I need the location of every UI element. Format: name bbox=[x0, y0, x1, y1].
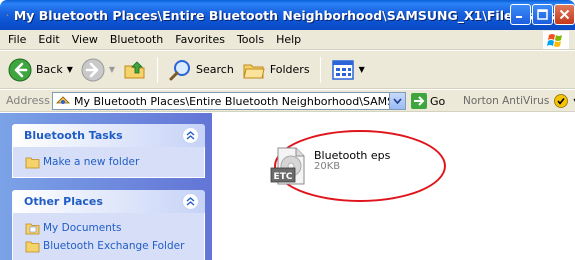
bluetooth-tasks-panel: Bluetooth Tasks Make a new folder bbox=[12, 124, 205, 178]
svg-text:ETC: ETC bbox=[274, 172, 293, 182]
bluetooth-tasks-body: Make a new folder bbox=[12, 147, 205, 178]
address-dropdown-button[interactable] bbox=[389, 93, 405, 109]
windows-flag-icon bbox=[543, 31, 569, 49]
up-folder-button[interactable] bbox=[119, 55, 151, 85]
place-bluetooth-exchange-folder[interactable]: Bluetooth Exchange Folder bbox=[25, 237, 204, 255]
go-arrow-icon bbox=[411, 93, 427, 109]
maximize-icon bbox=[537, 9, 548, 20]
place-my-documents[interactable]: My Documents bbox=[25, 219, 204, 237]
maximize-button[interactable] bbox=[532, 4, 553, 25]
collapse-chevron-icon[interactable] bbox=[182, 127, 199, 144]
search-label: Search bbox=[196, 63, 234, 76]
title-bar: My Bluetooth Places\Entire Bluetooth Nei… bbox=[0, 0, 575, 30]
menu-bar: File Edit View Bluetooth Favorites Tools… bbox=[0, 30, 575, 50]
folders-icon bbox=[243, 64, 265, 78]
search-icon bbox=[169, 59, 191, 80]
norton-icon bbox=[554, 94, 569, 108]
chevron-down-icon bbox=[393, 98, 402, 104]
back-arrow-icon bbox=[8, 58, 32, 81]
other-places-header[interactable]: Other Places bbox=[12, 190, 205, 213]
forward-dropdown-icon[interactable]: ▼ bbox=[109, 65, 115, 74]
toolbar-separator bbox=[319, 56, 321, 83]
toolbar: Back ▼ ▼ Search Folders ▼ bbox=[0, 51, 575, 89]
address-input[interactable]: My Bluetooth Places\Entire Bluetooth Nei… bbox=[52, 92, 406, 110]
menu-file[interactable]: File bbox=[0, 33, 32, 46]
menu-bluetooth[interactable]: Bluetooth bbox=[104, 33, 169, 46]
folders-button[interactable]: Folders bbox=[238, 55, 314, 85]
back-button[interactable]: Back ▼ bbox=[4, 55, 77, 85]
collapse-chevron-icon[interactable] bbox=[182, 193, 199, 210]
bluetooth-tasks-header[interactable]: Bluetooth Tasks bbox=[12, 124, 205, 147]
minimize-button[interactable] bbox=[510, 4, 531, 25]
toolbar-separator bbox=[157, 56, 159, 83]
bluetooth-places-icon bbox=[56, 96, 70, 104]
close-button[interactable] bbox=[554, 4, 575, 25]
file-size: 20KB bbox=[314, 161, 341, 172]
views-dropdown-icon[interactable]: ▼ bbox=[359, 65, 365, 74]
other-places-title: Other Places bbox=[24, 195, 103, 208]
views-icon bbox=[331, 59, 354, 80]
views-button[interactable]: ▼ bbox=[327, 55, 369, 85]
go-label: Go bbox=[430, 94, 446, 108]
norton-antivirus-button[interactable]: Norton AntiVirus ▼ bbox=[463, 94, 575, 108]
place-my-documents-label: My Documents bbox=[43, 222, 122, 234]
forward-arrow-icon bbox=[81, 58, 105, 81]
other-places-panel: Other Places My Documents Bluetooth Exch… bbox=[12, 190, 205, 260]
file-list-area: ETC Bluetooth eps 20KB bbox=[212, 113, 575, 260]
address-label: Address bbox=[6, 94, 50, 107]
search-button[interactable]: Search bbox=[164, 55, 238, 85]
place-bluetooth-exchange-folder-label: Bluetooth Exchange Folder bbox=[43, 240, 185, 252]
forward-button[interactable]: ▼ bbox=[77, 55, 119, 85]
back-dropdown-icon[interactable]: ▼ bbox=[67, 65, 73, 74]
task-make-new-folder-label: Make a new folder bbox=[43, 156, 140, 168]
bluetooth-tasks-title: Bluetooth Tasks bbox=[24, 129, 123, 142]
menu-view[interactable]: View bbox=[66, 33, 104, 46]
window-title: My Bluetooth Places\Entire Bluetooth Nei… bbox=[13, 7, 575, 23]
folder-icon bbox=[25, 241, 40, 252]
menu-favorites[interactable]: Favorites bbox=[169, 33, 231, 46]
menu-help[interactable]: Help bbox=[270, 33, 307, 46]
norton-label: Norton AntiVirus bbox=[463, 95, 550, 107]
close-icon bbox=[559, 9, 570, 20]
bluetooth-places-icon bbox=[6, 14, 9, 17]
my-documents-icon bbox=[25, 223, 40, 234]
etc-file-icon: ETC bbox=[270, 147, 305, 185]
menu-edit[interactable]: Edit bbox=[32, 33, 65, 46]
task-make-new-folder[interactable]: Make a new folder bbox=[25, 153, 204, 171]
up-folder-icon bbox=[124, 60, 145, 78]
file-item[interactable]: ETC Bluetooth eps 20KB bbox=[264, 146, 394, 186]
minimize-icon bbox=[516, 16, 522, 18]
back-label: Back bbox=[36, 63, 63, 76]
address-bar: Address My Bluetooth Places\Entire Bluet… bbox=[0, 90, 575, 112]
go-button[interactable]: Go bbox=[411, 93, 445, 109]
other-places-body: My Documents Bluetooth Exchange Folder bbox=[12, 213, 205, 260]
task-pane: Bluetooth Tasks Make a new folder Other … bbox=[0, 113, 212, 260]
folders-label: Folders bbox=[269, 63, 310, 76]
new-folder-icon bbox=[25, 157, 40, 168]
menu-tools[interactable]: Tools bbox=[231, 33, 270, 46]
address-value: My Bluetooth Places\Entire Bluetooth Nei… bbox=[74, 94, 392, 108]
